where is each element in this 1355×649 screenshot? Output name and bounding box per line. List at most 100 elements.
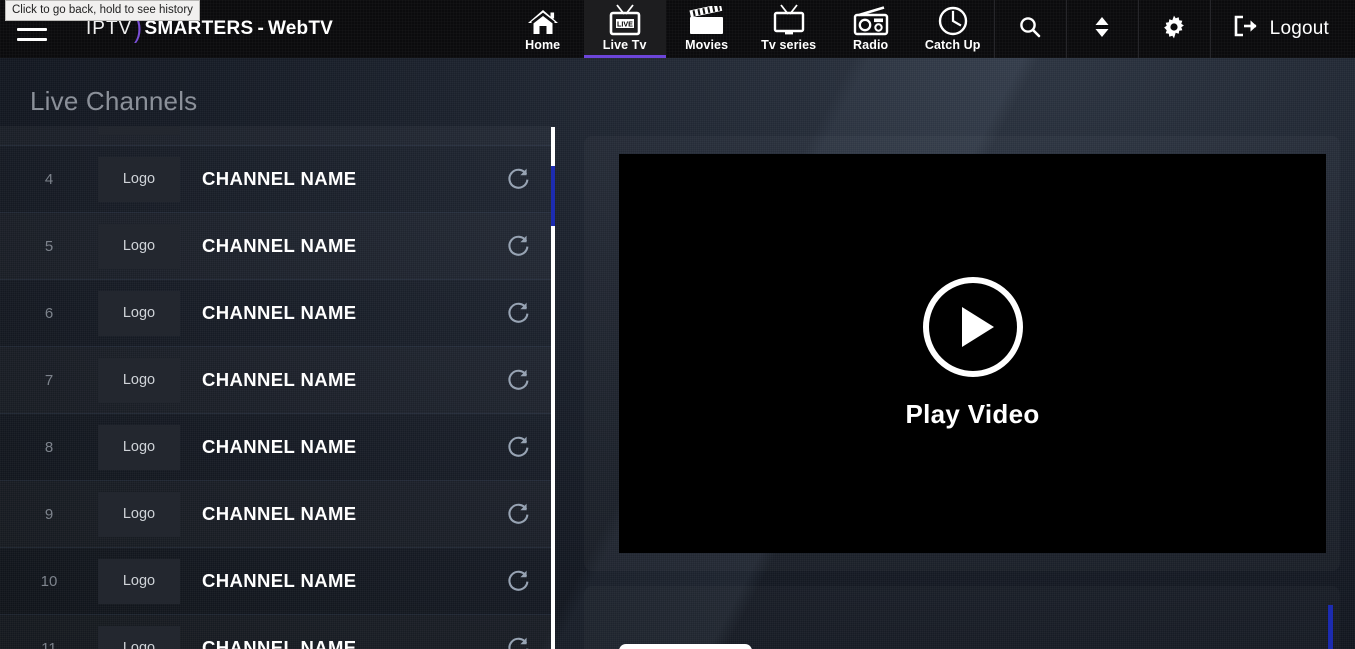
main-nav: Home LIVE Live Tv Movies Tv series Radio… bbox=[502, 0, 994, 58]
channel-name: CHANNEL NAME bbox=[202, 369, 357, 390]
nav-label: Radio bbox=[853, 38, 889, 52]
radio-icon bbox=[851, 6, 891, 36]
channel-number: 7 bbox=[44, 371, 54, 389]
home-icon bbox=[527, 6, 559, 36]
nav-item-tv-series[interactable]: Tv series bbox=[748, 0, 830, 58]
channel-row[interactable]: 8 Logo CHANNEL NAME bbox=[0, 414, 552, 481]
logout-icon bbox=[1233, 14, 1259, 44]
logout-button[interactable]: Logout bbox=[1209, 0, 1355, 58]
sort-button[interactable] bbox=[1065, 0, 1138, 58]
refresh-icon[interactable] bbox=[486, 568, 552, 594]
clock-icon bbox=[937, 6, 969, 36]
channel-number: 10 bbox=[40, 572, 58, 590]
channel-row[interactable]: 3LogoCHANNEL NAME bbox=[0, 126, 552, 146]
logout-label: Logout bbox=[1269, 18, 1329, 39]
channel-logo-placeholder: Logo bbox=[98, 223, 180, 269]
page-title: Live Channels bbox=[30, 86, 198, 116]
nav-label: Tv series bbox=[761, 38, 817, 52]
refresh-icon[interactable] bbox=[486, 434, 552, 460]
clapperboard-icon bbox=[687, 6, 727, 36]
channel-number: 5 bbox=[44, 237, 54, 255]
brand-separator: - bbox=[257, 18, 264, 39]
channel-number: 6 bbox=[44, 304, 54, 322]
channel-number: 11 bbox=[41, 639, 57, 649]
channel-logo-placeholder: Logo bbox=[98, 558, 180, 604]
channel-list-scrollbar-thumb[interactable] bbox=[551, 166, 555, 226]
channel-logo-placeholder: Logo bbox=[98, 126, 180, 135]
brand-smarters-text: SMARTERS bbox=[144, 18, 254, 39]
channel-number: 4 bbox=[44, 170, 54, 188]
epg-panel: 29/09/201830/09/201801/10/201802/10/2018… bbox=[584, 586, 1340, 649]
epg-date-tab[interactable]: 02/10/2018 bbox=[1018, 644, 1151, 649]
nav-label: Home bbox=[525, 38, 561, 52]
channel-name: CHANNEL NAME bbox=[202, 570, 357, 591]
utility-actions: Logout bbox=[993, 0, 1355, 58]
channel-row[interactable]: 6 Logo CHANNEL NAME bbox=[0, 280, 552, 347]
nav-label: Catch Up bbox=[924, 38, 981, 52]
top-navigation-bar: IPTV ) SMARTERS - WebTV Home LIVE Live T… bbox=[0, 0, 1355, 58]
nav-label: Live Tv bbox=[602, 38, 647, 52]
epg-date-tab[interactable]: 29/09/2018 bbox=[619, 644, 753, 649]
nav-item-radio[interactable]: Radio bbox=[830, 0, 912, 58]
channel-logo-placeholder: Logo bbox=[98, 625, 180, 649]
nav-item-movies[interactable]: Movies bbox=[666, 0, 748, 58]
play-circle-icon[interactable] bbox=[922, 277, 1023, 377]
gear-icon bbox=[1161, 14, 1187, 45]
refresh-icon[interactable] bbox=[486, 300, 552, 326]
refresh-icon[interactable] bbox=[486, 501, 552, 527]
content-panel: Play Video 29/09/201830/09/201801/10/201… bbox=[570, 58, 1355, 649]
app-root: IPTV ) SMARTERS - WebTV Home LIVE Live T… bbox=[0, 0, 1355, 649]
channel-logo-placeholder: Logo bbox=[98, 290, 180, 336]
brand-webtv-text: WebTV bbox=[267, 18, 334, 39]
channel-number: 9 bbox=[44, 505, 54, 523]
channel-logo-placeholder: Logo bbox=[98, 357, 180, 403]
channel-name: CHANNEL NAME bbox=[202, 235, 357, 256]
nav-item-catch-up[interactable]: Catch Up bbox=[912, 0, 994, 58]
channel-logo-placeholder: Logo bbox=[98, 156, 180, 202]
refresh-icon[interactable] bbox=[486, 166, 552, 192]
channel-row[interactable]: 5 Logo CHANNEL NAME bbox=[0, 213, 552, 280]
epg-date-tab[interactable]: 30/09/2018 bbox=[752, 644, 885, 649]
channel-row[interactable]: 10 Logo CHANNEL NAME bbox=[0, 548, 552, 615]
channel-name: CHANNEL NAME bbox=[202, 637, 357, 649]
channel-name: CHANNEL NAME bbox=[202, 168, 357, 189]
epg-date-tab[interactable]: 01/10/2018 bbox=[885, 644, 1018, 649]
search-button[interactable] bbox=[993, 0, 1066, 58]
channel-row[interactable]: 7 Logo CHANNEL NAME bbox=[0, 347, 552, 414]
channel-row[interactable]: 11 Logo CHANNEL NAME bbox=[0, 615, 552, 649]
sort-updown-icon bbox=[1093, 15, 1111, 44]
nav-item-live-tv[interactable]: LIVE Live Tv bbox=[583, 0, 666, 58]
channel-logo-placeholder: Logo bbox=[98, 424, 180, 470]
epg-more-dropdown[interactable]: More bbox=[1151, 644, 1237, 649]
video-player-card: Play Video bbox=[584, 136, 1340, 571]
browser-back-tooltip: Click to go back, hold to see history bbox=[5, 0, 200, 21]
channel-name: CHANNEL NAME bbox=[202, 436, 357, 457]
hamburger-line bbox=[17, 27, 47, 31]
live-tv-icon: LIVE bbox=[603, 4, 647, 36]
brand-iptv-text: IPTV bbox=[86, 18, 133, 39]
television-icon bbox=[768, 4, 810, 36]
play-triangle-icon bbox=[961, 307, 994, 347]
channel-number: 8 bbox=[44, 438, 54, 456]
settings-button[interactable] bbox=[1137, 0, 1210, 58]
svg-text:LIVE: LIVE bbox=[617, 19, 633, 28]
video-player[interactable]: Play Video bbox=[619, 154, 1326, 553]
epg-scrollbar-thumb[interactable] bbox=[1328, 605, 1333, 649]
nav-label: Movies bbox=[685, 38, 729, 52]
channel-logo-placeholder: Logo bbox=[98, 491, 180, 537]
channel-row[interactable]: 9 Logo CHANNEL NAME bbox=[0, 481, 552, 548]
play-video-label: Play Video bbox=[905, 399, 1040, 429]
hamburger-line bbox=[17, 37, 47, 41]
refresh-icon[interactable] bbox=[486, 367, 552, 393]
channel-name: CHANNEL NAME bbox=[202, 503, 357, 524]
channel-list-viewport: 3LogoCHANNEL NAME 4 Logo CHANNEL NAME 5 Logo C… bbox=[0, 126, 552, 649]
nav-item-home[interactable]: Home bbox=[502, 0, 584, 58]
channel-row[interactable]: 4 Logo CHANNEL NAME bbox=[0, 146, 552, 213]
channel-list: 3LogoCHANNEL NAME 4 Logo CHANNEL NAME 5 Logo C… bbox=[0, 126, 552, 649]
refresh-icon[interactable] bbox=[486, 635, 552, 649]
live-channels-panel: Live Channels 3LogoCHANNEL NAME 4 Logo CHAN… bbox=[0, 58, 570, 649]
channel-name: CHANNEL NAME bbox=[202, 302, 357, 323]
refresh-icon[interactable] bbox=[486, 233, 552, 259]
search-icon bbox=[1018, 15, 1042, 44]
epg-date-tabs: 29/09/201830/09/201801/10/201802/10/2018… bbox=[619, 644, 1238, 649]
